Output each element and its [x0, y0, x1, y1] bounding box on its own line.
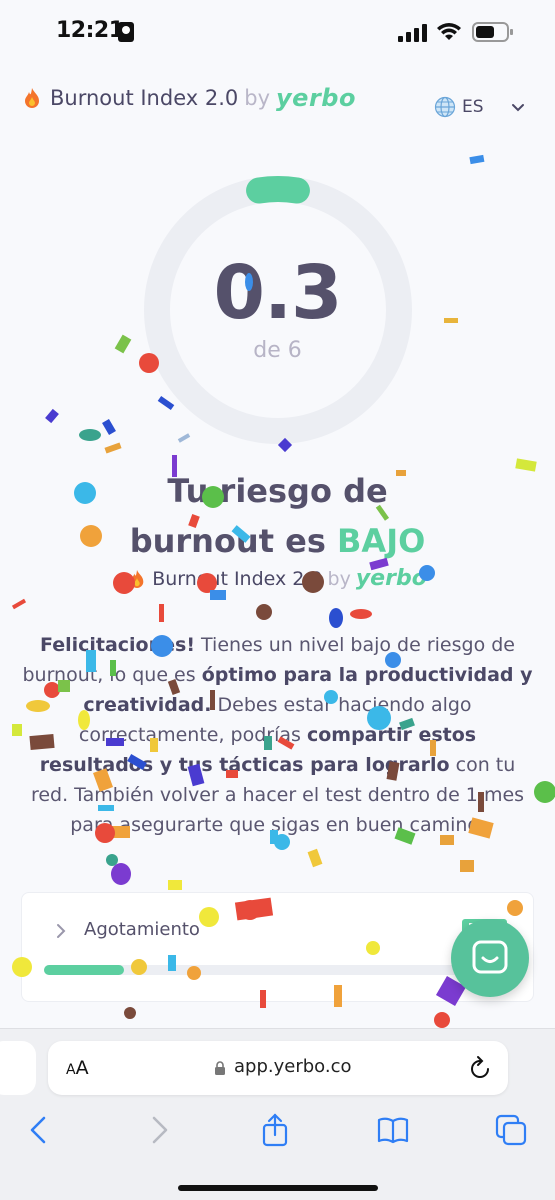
flame-icon: [130, 569, 144, 588]
app-header: Burnout Index 2.0 by yerbo ES: [0, 76, 555, 136]
risk-title-line2: burnout es BAJO: [0, 516, 555, 566]
reload-icon[interactable]: [468, 1055, 492, 1081]
brand-caption-by: by: [327, 567, 351, 590]
flame-icon: [25, 88, 39, 108]
score-gauge-fill: [246, 176, 310, 204]
brand-name: Burnout Index 2.0: [50, 86, 239, 110]
forward-icon[interactable]: [142, 1113, 176, 1147]
brand-logo[interactable]: Burnout Index 2.0 by yerbo: [22, 84, 356, 112]
result-message: Felicitaciones! Tienes un nivel bajo de …: [22, 630, 533, 840]
reader-text-size-button[interactable]: AA: [66, 1057, 89, 1079]
risk-level: BAJO: [337, 522, 426, 560]
cellular-signal-icon: [398, 24, 427, 42]
back-icon[interactable]: [22, 1113, 56, 1147]
message-congrats: Felicitaciones!: [39, 634, 195, 656]
dimension-progress-track: [44, 965, 514, 975]
browser-toolbar: [0, 1111, 555, 1151]
score-max: de 6: [253, 338, 302, 363]
browser-chrome: AA app.yerbo.co: [0, 1028, 555, 1200]
dimension-name: Agotamiento: [84, 919, 200, 940]
risk-title-line1: Tu riesgo de: [167, 472, 388, 510]
address-bar[interactable]: AA app.yerbo.co: [48, 1041, 508, 1095]
url-text: app.yerbo.co: [234, 1056, 352, 1077]
brand-caption: Burnout Index 2.0 by yerbo: [0, 566, 555, 591]
chevron-down-icon: [511, 104, 524, 112]
brand-caption-company: yerbo: [355, 566, 427, 591]
share-icon[interactable]: [258, 1113, 292, 1147]
chat-icon: [472, 940, 508, 974]
globe-icon: [434, 96, 456, 118]
status-bar: 12:21: [0, 0, 555, 66]
dimension-progress-fill: [44, 965, 124, 975]
brand-caption-name: Burnout Index 2.0: [152, 567, 323, 590]
company-logo: yerbo: [276, 84, 356, 112]
status-time: 12:21: [56, 18, 124, 43]
home-indicator: [178, 1185, 378, 1191]
lock-icon: [215, 1061, 225, 1075]
brand-by: by: [244, 86, 271, 110]
wifi-icon: [437, 23, 461, 40]
risk-title: Tu riesgo de burnout es BAJO: [0, 466, 555, 566]
focus-icon: [118, 22, 134, 42]
language-code: ES: [462, 97, 484, 117]
battery-icon: [472, 22, 513, 42]
score-value: 0.3: [213, 250, 342, 336]
chat-button[interactable]: [451, 919, 529, 997]
language-selector[interactable]: ES: [434, 96, 526, 118]
tabs-icon[interactable]: [494, 1113, 528, 1147]
chevron-right-icon: [57, 924, 66, 938]
bookmarks-icon[interactable]: [376, 1113, 410, 1147]
risk-title-prefix: burnout es: [129, 522, 326, 560]
previous-tab-preview[interactable]: [0, 1041, 36, 1095]
